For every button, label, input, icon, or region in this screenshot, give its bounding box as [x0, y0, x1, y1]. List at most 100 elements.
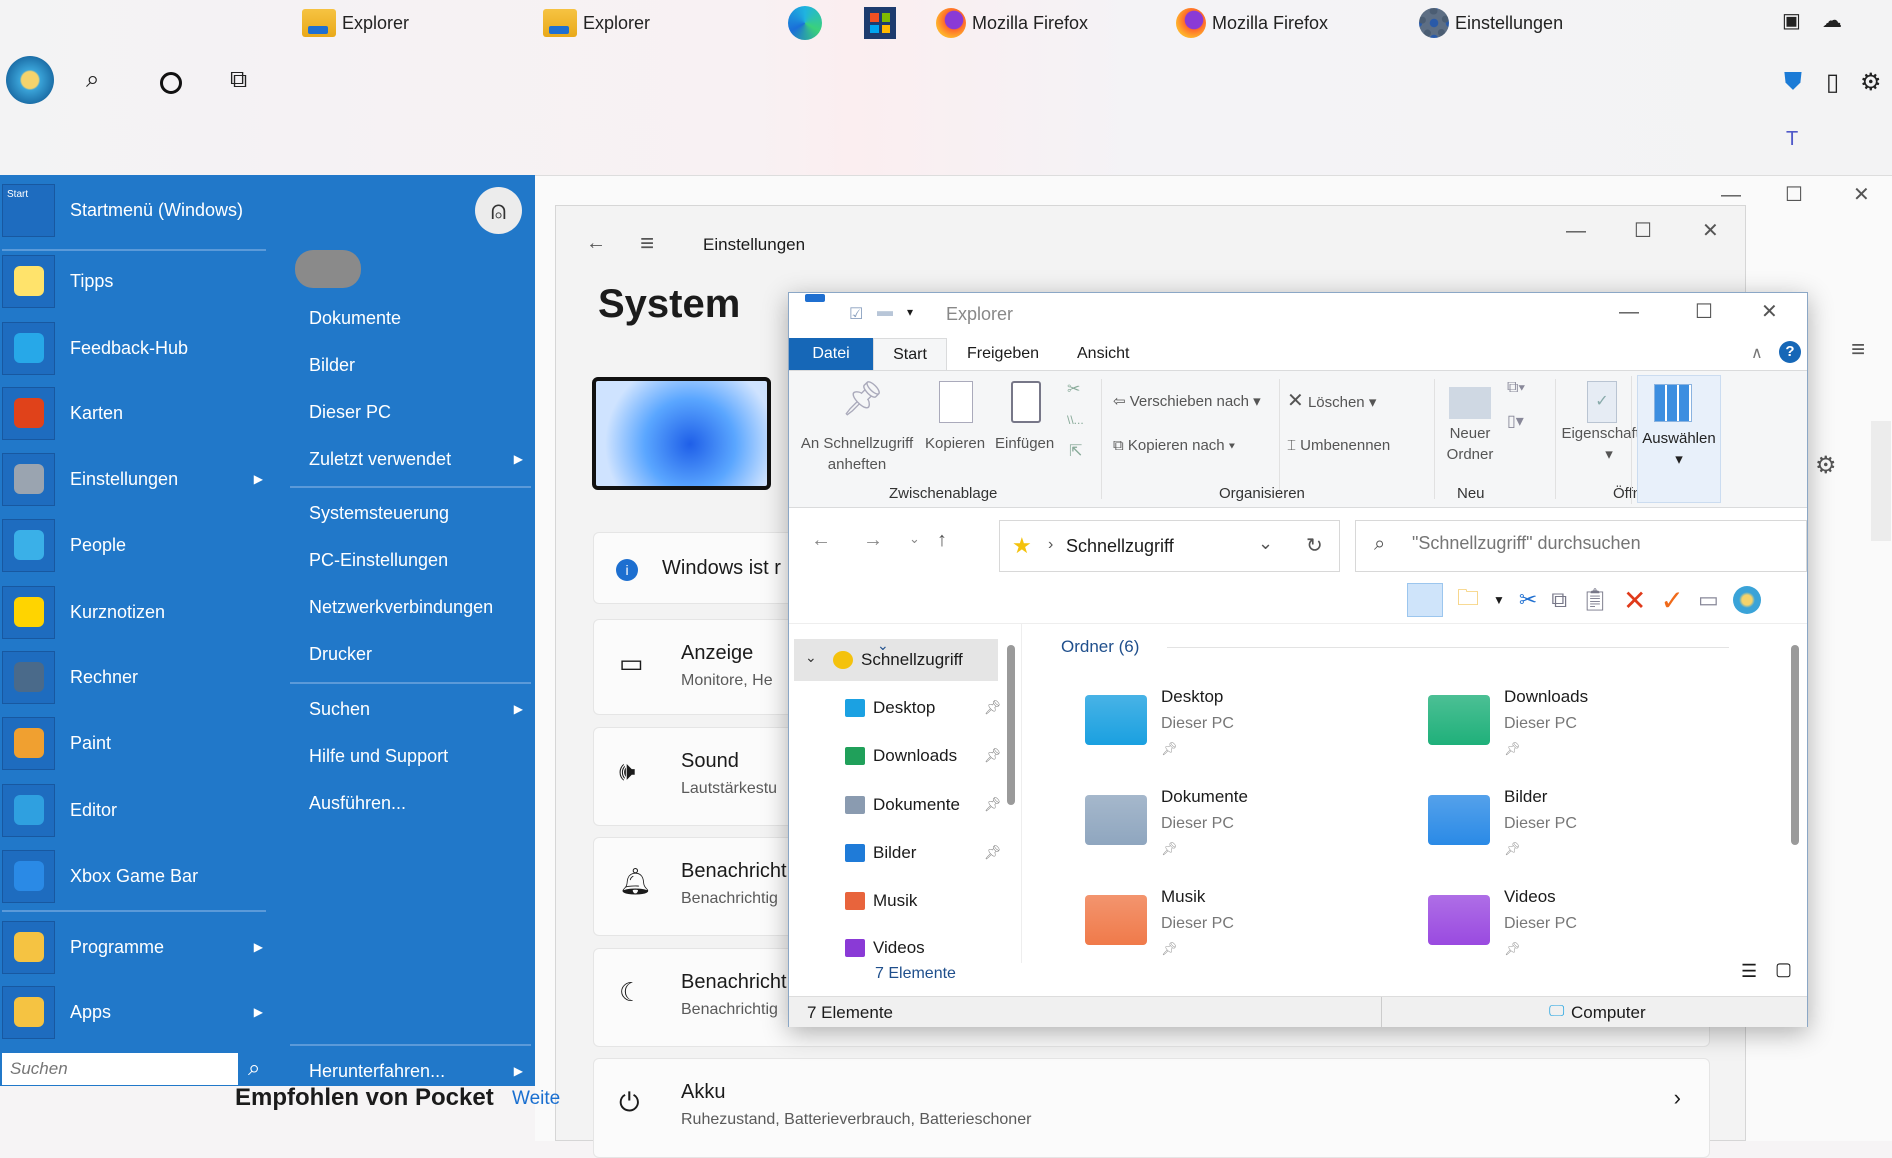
maximize-button[interactable]: ☐ [1695, 299, 1713, 324]
pocket-link[interactable]: Weite [512, 1088, 560, 1110]
group-collapse-icon[interactable]: ⌄ [877, 637, 889, 654]
nav-item-videos[interactable]: Videos [845, 933, 925, 963]
nav-item-downloads[interactable]: Downloads [845, 741, 957, 771]
dropdown-arrow[interactable]: ▼ [1493, 593, 1505, 607]
tab-start[interactable]: Start [873, 338, 947, 371]
minimize-button[interactable]: — [1566, 220, 1586, 243]
taskbar-explorer-1[interactable]: Explorer [302, 8, 409, 38]
start-link-hilfe-und-support[interactable]: Hilfe und Support [309, 746, 531, 767]
card-akku[interactable]: ⏻ Akku Ruhezustand, Batterieverbrauch, Bat… [593, 1058, 1710, 1158]
new-item-icon[interactable]: ⧉▾ [1507, 379, 1525, 397]
tab-ansicht[interactable]: Ansicht [1077, 345, 1129, 363]
settings-tray-icon[interactable]: ⚙ [1860, 68, 1882, 97]
refresh-icon[interactable]: ↻ [1306, 533, 1323, 558]
paste-button[interactable]: Einfügen [995, 433, 1054, 454]
gear-icon[interactable]: ⚙ [1815, 451, 1837, 480]
preview-pane-icon[interactable] [1407, 583, 1443, 617]
cut-icon[interactable]: ✂ [1519, 587, 1537, 613]
cut-icon[interactable]: ✂ [1067, 379, 1080, 399]
start-item-feedback-hub[interactable]: Feedback-Hub [0, 317, 275, 379]
copy-path-icon[interactable]: \\... [1067, 413, 1084, 427]
easy-access-icon[interactable]: ▯▾ [1507, 411, 1524, 431]
start-link-dokumente[interactable]: Dokumente [309, 308, 531, 329]
back-button[interactable]: ← [811, 529, 831, 552]
details-view-icon[interactable]: ☰ [1741, 961, 1757, 982]
task-view-icon[interactable]: ⧉ [230, 66, 247, 94]
delete-icon[interactable]: ✕ [1623, 584, 1646, 617]
nav-scrollbar[interactable] [1007, 645, 1015, 805]
start-item-tipps[interactable]: Tipps [0, 250, 275, 312]
taskbar-store[interactable] [864, 7, 896, 39]
rename-icon[interactable]: ▭ [1698, 587, 1719, 613]
folder-tile-downloads[interactable]: Downloads Dieser PC 📌︎ [1428, 687, 1748, 777]
start-button[interactable] [6, 56, 54, 104]
start-item-xbox-game-bar[interactable]: Xbox Game Bar [0, 845, 275, 907]
folder-tile-bilder[interactable]: Bilder Dieser PC 📌︎ [1428, 787, 1748, 877]
start-item-karten[interactable]: Karten [0, 382, 275, 444]
start-item-paint[interactable]: Paint [0, 712, 275, 774]
nav-item-bilder[interactable]: Bilder [845, 838, 916, 868]
start-item-people[interactable]: People [0, 514, 275, 576]
pin-quick-access-button[interactable]: An Schnellzugriff anheften [797, 433, 917, 475]
collapse-ribbon-icon[interactable]: ∧ [1751, 343, 1763, 363]
start-search-input[interactable] [2, 1053, 238, 1085]
folder-tile-desktop[interactable]: Desktop Dieser PC 📌︎ [1085, 687, 1405, 777]
start-item-kurznotizen[interactable]: Kurznotizen [0, 581, 275, 643]
minimize-button[interactable]: — [1619, 301, 1639, 324]
shutdown-button[interactable]: Herunterfahren... ▶ [309, 1061, 531, 1082]
start-link-bilder[interactable]: Bilder [309, 355, 531, 376]
folder-check-icon[interactable]: 🗀 [1457, 581, 1479, 619]
start-link-suchen[interactable]: Suchen ▶ [309, 699, 531, 720]
close-button[interactable]: ✕ [1853, 182, 1870, 207]
start-link-zuletzt-verwendet[interactable]: Zuletzt verwendet ▶ [309, 449, 531, 470]
customize-dropdown[interactable]: ▾ [907, 305, 913, 319]
properties-quick-icon[interactable]: ☑ [849, 304, 863, 324]
start-item-editor[interactable]: Editor [0, 779, 275, 841]
teams-icon[interactable]: T [1786, 128, 1798, 151]
content-scrollbar[interactable] [1791, 645, 1799, 845]
help-icon[interactable]: ? [1779, 341, 1801, 363]
address-bar[interactable]: ★ › Schnellzugriff ⌄ ↻ [999, 520, 1340, 572]
expand-chevron-icon[interactable]: ⌄ [805, 649, 817, 666]
usb-icon[interactable]: ▯ [1826, 68, 1839, 97]
maximize-button[interactable]: ☐ [1634, 218, 1652, 243]
start-item-einstellungen[interactable]: Einstellungen ▶ [0, 448, 275, 510]
copy-to-button[interactable]: ⧉ Kopieren nach ▾ [1113, 435, 1235, 456]
move-to-button[interactable]: ⇦ Verschieben nach ▾ [1113, 391, 1261, 412]
paste-icon[interactable]: 📋︎ [1581, 587, 1609, 613]
rename-button[interactable]: ⌶ Umbenennen [1287, 435, 1390, 456]
taskbar-firefox-1[interactable]: Mozilla Firefox [936, 8, 1088, 38]
select-button[interactable]: Auswählen ▾ [1637, 375, 1721, 503]
group-header[interactable]: Ordner (6) [1061, 637, 1139, 657]
start-link-dieser-pc[interactable]: Dieser PC [309, 402, 531, 423]
globe-icon[interactable] [1732, 586, 1761, 614]
start-header[interactable]: Start Startmenü (Windows) [0, 179, 275, 241]
copy-button[interactable]: Kopieren [925, 433, 985, 454]
search-icon[interactable]: ⌕ [86, 66, 99, 94]
chevron-down-icon[interactable]: ⌄ [1258, 533, 1273, 554]
start-link-pc-einstellungen[interactable]: PC-Einstellungen [309, 550, 531, 571]
close-button[interactable]: ✕ [1702, 218, 1719, 243]
recent-locations-button[interactable]: ⌄ [909, 531, 920, 547]
defender-icon[interactable]: ⛊ [1784, 68, 1802, 96]
search-box[interactable]: ⌕ [1355, 520, 1807, 572]
copy-icon[interactable]: ⧉ [1551, 587, 1567, 613]
menu-icon[interactable]: ≡ [1851, 336, 1865, 364]
new-folder-quick-icon[interactable]: ▬ [877, 303, 893, 321]
tab-datei[interactable]: Datei [789, 338, 873, 370]
new-folder-button[interactable]: Neuer Ordner [1439, 423, 1501, 465]
start-link-systemsteuerung[interactable]: Systemsteuerung [309, 503, 531, 524]
folder-tile-dokumente[interactable]: Dokumente Dieser PC 📌︎ [1085, 787, 1405, 877]
user-avatar[interactable]: ⍝ [475, 187, 522, 234]
close-button[interactable]: ✕ [1761, 299, 1778, 324]
nav-item-schnellzugriff[interactable]: Schnellzugriff [833, 645, 963, 675]
cortana-icon[interactable] [160, 72, 182, 94]
search-input[interactable] [1412, 533, 1792, 554]
folder-tile-videos[interactable]: Videos Dieser PC 📌︎ [1428, 887, 1748, 977]
start-item-programme[interactable]: Programme ▶ [0, 916, 275, 978]
taskbar-edge[interactable] [788, 6, 822, 40]
start-link-netzwerkverbindungen[interactable]: Netzwerkverbindungen [309, 597, 531, 618]
nav-item-desktop[interactable]: Desktop [845, 693, 935, 723]
search-icon[interactable]: ⌕ [248, 1055, 260, 1081]
folder-tile-musik[interactable]: Musik Dieser PC 📌︎ [1085, 887, 1405, 977]
